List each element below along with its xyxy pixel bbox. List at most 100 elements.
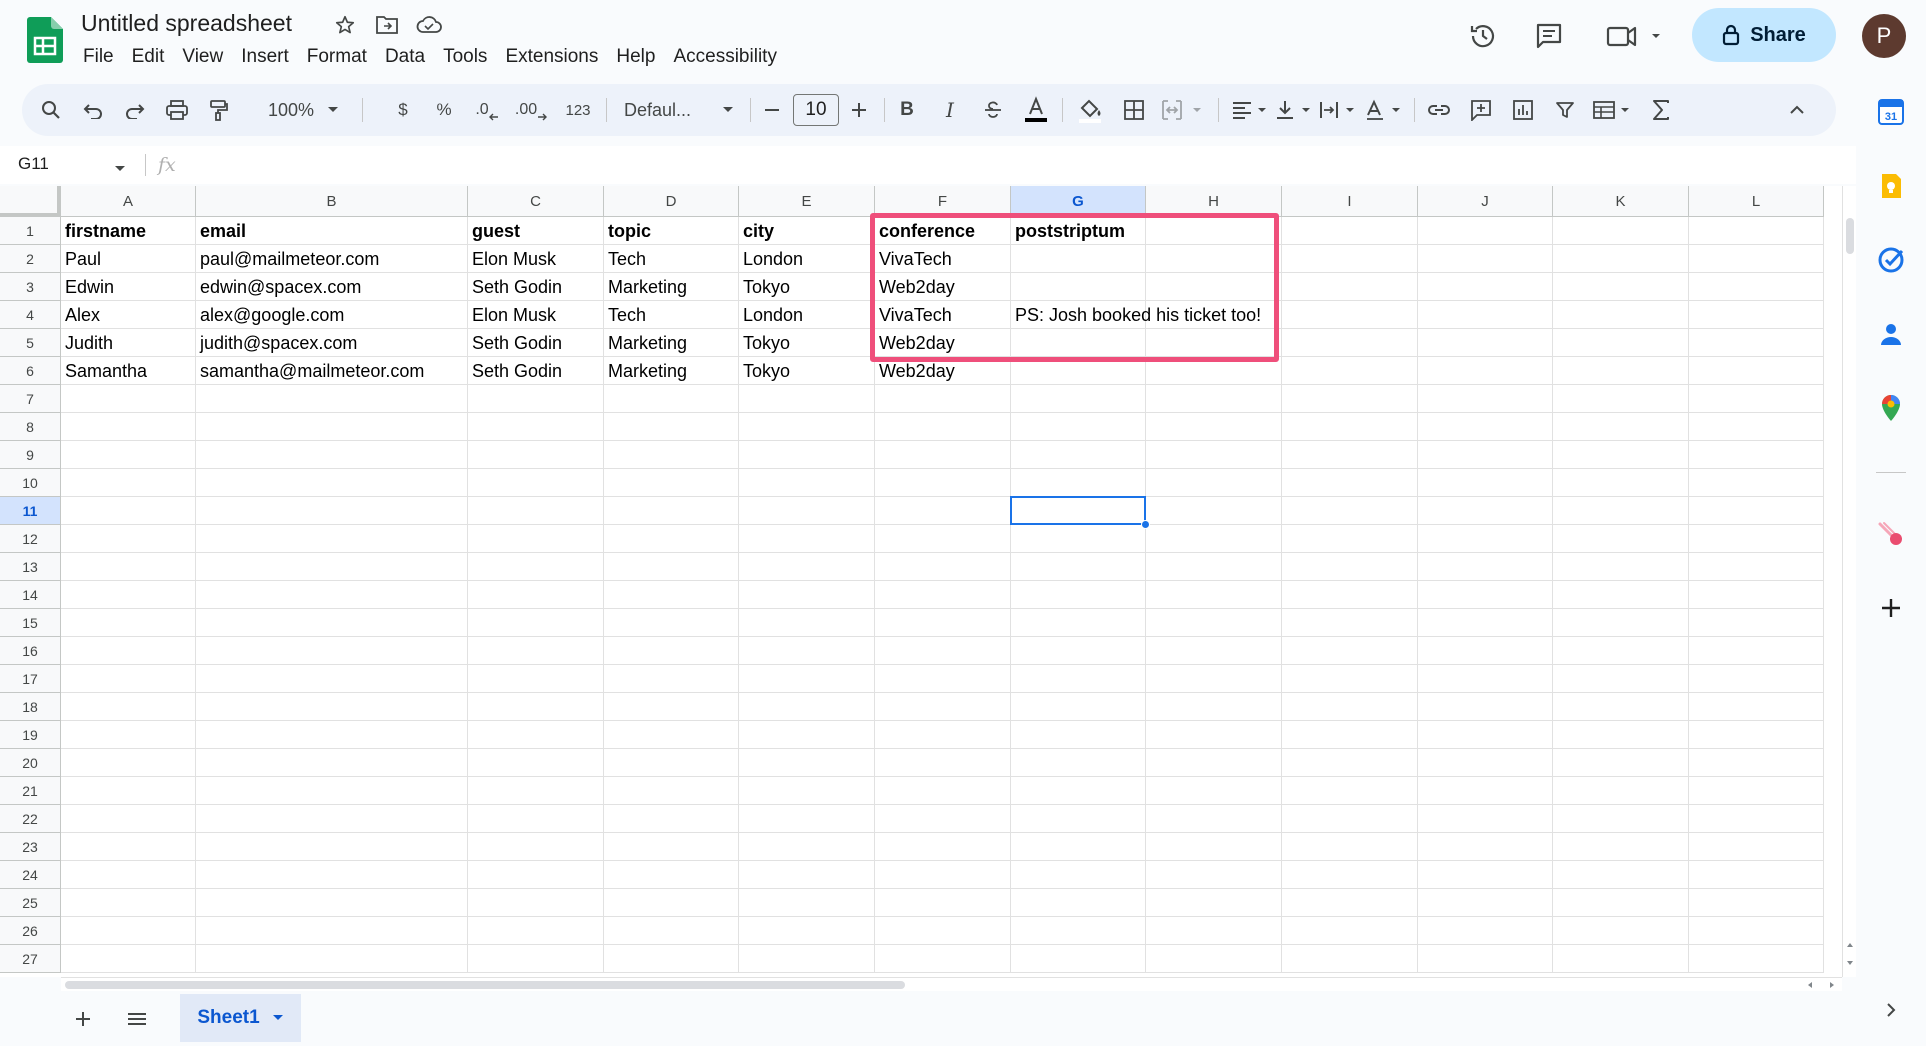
search-menus-icon[interactable] xyxy=(34,84,68,136)
cell-f27[interactable] xyxy=(875,945,1011,973)
cell-e16[interactable] xyxy=(739,637,875,665)
cell-h21[interactable] xyxy=(1146,777,1282,805)
cell-a1[interactable]: firstname xyxy=(61,217,196,245)
cell-d14[interactable] xyxy=(604,581,739,609)
row-header-6[interactable]: 6 xyxy=(0,357,61,385)
row-header-3[interactable]: 3 xyxy=(0,273,61,301)
cell-g10[interactable] xyxy=(1011,469,1146,497)
cell-g6[interactable] xyxy=(1011,357,1146,385)
spreadsheet-grid[interactable]: A B C D E F G H I J K L 1 firstname email guest topic cit… xyxy=(0,186,1842,977)
cell-b22[interactable] xyxy=(196,805,468,833)
version-history-icon[interactable] xyxy=(1461,14,1505,58)
cell-h22[interactable] xyxy=(1146,805,1282,833)
cell-b19[interactable] xyxy=(196,721,468,749)
cell-i3[interactable] xyxy=(1282,273,1418,301)
cell-h26[interactable] xyxy=(1146,917,1282,945)
cell-d7[interactable] xyxy=(604,385,739,413)
column-header-b[interactable]: B xyxy=(196,186,468,217)
row-header-5[interactable]: 5 xyxy=(0,329,61,357)
cell-b9[interactable] xyxy=(196,441,468,469)
cell-j6[interactable] xyxy=(1418,357,1553,385)
cell-e26[interactable] xyxy=(739,917,875,945)
cell-a16[interactable] xyxy=(61,637,196,665)
cell-h5[interactable] xyxy=(1146,329,1282,357)
cell-g3[interactable] xyxy=(1011,273,1146,301)
cell-h24[interactable] xyxy=(1146,861,1282,889)
cell-j22[interactable] xyxy=(1418,805,1553,833)
cell-i2[interactable] xyxy=(1282,245,1418,273)
column-header-k[interactable]: K xyxy=(1553,186,1689,217)
cell-e12[interactable] xyxy=(739,525,875,553)
undo-icon[interactable] xyxy=(76,84,110,136)
cell-a21[interactable] xyxy=(61,777,196,805)
cell-h3[interactable] xyxy=(1146,273,1282,301)
cell-c10[interactable] xyxy=(468,469,604,497)
row-header-24[interactable]: 24 xyxy=(0,861,61,889)
horizontal-scrollbar[interactable] xyxy=(61,977,1842,991)
scroll-down-icon[interactable] xyxy=(1846,959,1854,967)
increase-decimal-button[interactable]: .00 xyxy=(512,84,550,136)
cell-c12[interactable] xyxy=(468,525,604,553)
cell-k15[interactable] xyxy=(1553,609,1689,637)
font-size-input[interactable]: 10 xyxy=(793,94,839,126)
cell-l8[interactable] xyxy=(1689,413,1824,441)
cell-i23[interactable] xyxy=(1282,833,1418,861)
cell-f7[interactable] xyxy=(875,385,1011,413)
get-addons-plus-icon[interactable] xyxy=(1877,594,1905,622)
cell-j17[interactable] xyxy=(1418,665,1553,693)
cell-h23[interactable] xyxy=(1146,833,1282,861)
cell-i25[interactable] xyxy=(1282,889,1418,917)
cell-d27[interactable] xyxy=(604,945,739,973)
cell-f21[interactable] xyxy=(875,777,1011,805)
cell-i17[interactable] xyxy=(1282,665,1418,693)
row-header-22[interactable]: 22 xyxy=(0,805,61,833)
menu-accessibility[interactable]: Accessibility xyxy=(664,44,785,70)
cell-g15[interactable] xyxy=(1011,609,1146,637)
move-folder-icon[interactable] xyxy=(374,12,400,38)
cell-d18[interactable] xyxy=(604,693,739,721)
cell-k18[interactable] xyxy=(1553,693,1689,721)
cell-i11[interactable] xyxy=(1282,497,1418,525)
cell-f3[interactable]: Web2day xyxy=(875,273,1011,301)
column-header-l[interactable]: L xyxy=(1689,186,1824,217)
cell-f5[interactable]: Web2day xyxy=(875,329,1011,357)
cell-c6[interactable]: Seth Godin xyxy=(468,357,604,385)
cell-i15[interactable] xyxy=(1282,609,1418,637)
cell-f6[interactable]: Web2day xyxy=(875,357,1011,385)
cell-j15[interactable] xyxy=(1418,609,1553,637)
cell-j26[interactable] xyxy=(1418,917,1553,945)
cell-f11[interactable] xyxy=(875,497,1011,525)
cell-l13[interactable] xyxy=(1689,553,1824,581)
cell-l22[interactable] xyxy=(1689,805,1824,833)
cell-c18[interactable] xyxy=(468,693,604,721)
cell-j3[interactable] xyxy=(1418,273,1553,301)
cell-k9[interactable] xyxy=(1553,441,1689,469)
cell-j19[interactable] xyxy=(1418,721,1553,749)
cell-l10[interactable] xyxy=(1689,469,1824,497)
cell-g26[interactable] xyxy=(1011,917,1146,945)
menu-data[interactable]: Data xyxy=(376,44,434,70)
cell-g12[interactable] xyxy=(1011,525,1146,553)
cell-e11[interactable] xyxy=(739,497,875,525)
cell-j27[interactable] xyxy=(1418,945,1553,973)
menu-extensions[interactable]: Extensions xyxy=(496,44,607,70)
cell-b24[interactable] xyxy=(196,861,468,889)
contacts-icon[interactable] xyxy=(1877,320,1905,348)
cell-c26[interactable] xyxy=(468,917,604,945)
row-header-18[interactable]: 18 xyxy=(0,693,61,721)
cell-i18[interactable] xyxy=(1282,693,1418,721)
cell-a11[interactable] xyxy=(61,497,196,525)
cell-k27[interactable] xyxy=(1553,945,1689,973)
row-header-8[interactable]: 8 xyxy=(0,413,61,441)
vertical-scroll-thumb[interactable] xyxy=(1846,218,1854,254)
cell-a26[interactable] xyxy=(61,917,196,945)
expand-side-panel-chevron-icon[interactable] xyxy=(1877,996,1905,1024)
row-header-10[interactable]: 10 xyxy=(0,469,61,497)
cell-d15[interactable] xyxy=(604,609,739,637)
sheet-tab-sheet1[interactable]: Sheet1 xyxy=(180,994,301,1042)
row-header-20[interactable]: 20 xyxy=(0,749,61,777)
cell-a27[interactable] xyxy=(61,945,196,973)
cell-c23[interactable] xyxy=(468,833,604,861)
cell-g11[interactable] xyxy=(1011,497,1146,525)
cell-a15[interactable] xyxy=(61,609,196,637)
